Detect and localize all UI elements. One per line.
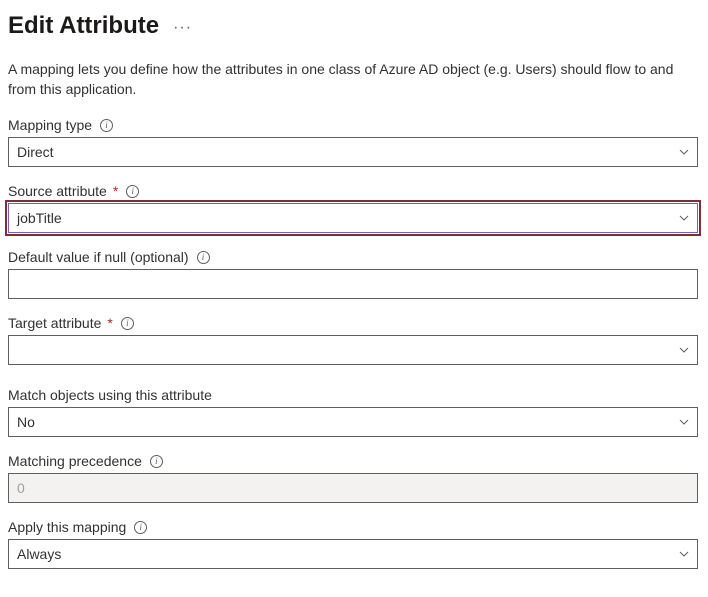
match-objects-label: Match objects using this attribute — [8, 387, 212, 403]
match-objects-select[interactable]: No — [8, 407, 698, 437]
info-icon[interactable]: i — [121, 317, 134, 330]
required-indicator: * — [113, 183, 118, 199]
mapping-type-label: Mapping type — [8, 117, 92, 133]
info-icon[interactable]: i — [134, 521, 147, 534]
source-attribute-value: jobTitle — [17, 210, 62, 226]
info-icon[interactable]: i — [150, 455, 163, 468]
default-value-input[interactable] — [8, 269, 698, 299]
default-value-label: Default value if null (optional) — [8, 249, 189, 265]
matching-precedence-label: Matching precedence — [8, 453, 142, 469]
matching-precedence-value: 0 — [17, 480, 25, 496]
info-icon[interactable]: i — [100, 119, 113, 132]
matching-precedence-input: 0 — [8, 473, 698, 503]
apply-mapping-value: Always — [17, 546, 61, 562]
info-icon[interactable]: i — [126, 185, 139, 198]
page-title: Edit Attribute — [8, 12, 159, 40]
target-attribute-label: Target attribute — [8, 315, 101, 331]
mapping-type-select[interactable]: Direct — [8, 137, 698, 167]
target-attribute-select[interactable] — [8, 335, 698, 365]
info-icon[interactable]: i — [197, 251, 210, 264]
more-actions-icon[interactable]: ··· — [173, 15, 192, 37]
page-description: A mapping lets you define how the attrib… — [8, 60, 698, 99]
required-indicator: * — [107, 315, 112, 331]
apply-mapping-select[interactable]: Always — [8, 539, 698, 569]
mapping-type-value: Direct — [17, 144, 54, 160]
source-attribute-label: Source attribute — [8, 183, 107, 199]
match-objects-value: No — [17, 414, 35, 430]
source-attribute-select[interactable]: jobTitle — [8, 203, 698, 233]
apply-mapping-label: Apply this mapping — [8, 519, 126, 535]
